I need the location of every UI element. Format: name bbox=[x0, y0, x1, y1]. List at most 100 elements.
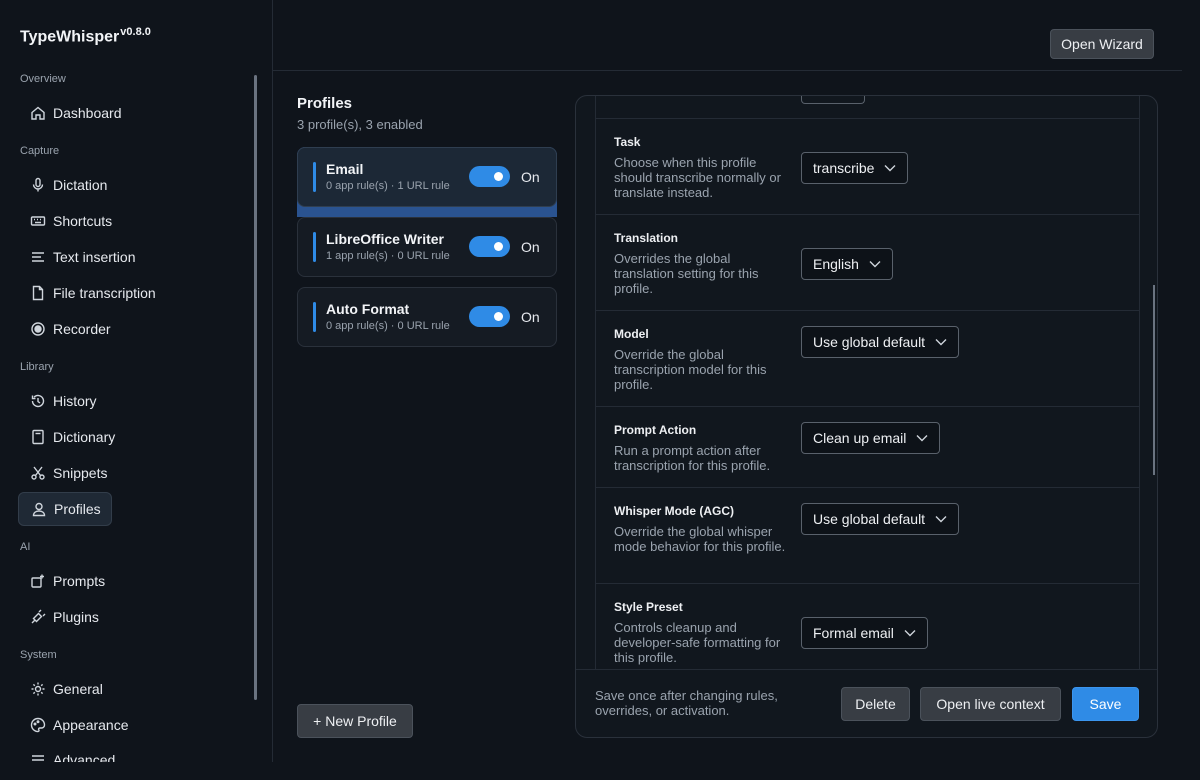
chevron-down-icon bbox=[904, 630, 916, 637]
profile-accent-bar bbox=[313, 162, 316, 192]
profile-state: On bbox=[521, 239, 540, 255]
save-hint-text: Save once after changing rules, override… bbox=[595, 688, 778, 718]
settings-rows: Task Choose when this profile should tra… bbox=[595, 96, 1140, 669]
open-live-context-button[interactable]: Open live context bbox=[920, 687, 1061, 721]
profile-toggle[interactable] bbox=[469, 166, 510, 187]
setting-label: Translation bbox=[614, 231, 679, 245]
setting-description: Override the global whisper mode behavio… bbox=[614, 524, 786, 554]
setting-row-task: Task Choose when this profile should tra… bbox=[596, 118, 1139, 214]
profile-accent-bar bbox=[313, 302, 316, 332]
new-profile-button[interactable]: + New Profile bbox=[297, 704, 413, 738]
book-icon bbox=[30, 429, 46, 445]
profile-meta: 0 app rule(s) · 1 URL rule bbox=[326, 180, 450, 192]
sidebar-item-profiles[interactable]: Profiles bbox=[18, 492, 112, 526]
scissors-icon bbox=[30, 465, 46, 481]
profile-state: On bbox=[521, 169, 540, 185]
profile-state: On bbox=[521, 309, 540, 325]
sidebar-item-snippets[interactable]: Snippets bbox=[18, 456, 252, 490]
setting-description: Choose when this profile should transcri… bbox=[614, 155, 781, 200]
app-title: TypeWhisperv0.8.0 bbox=[20, 26, 151, 46]
section-ai: AI bbox=[20, 541, 31, 553]
chevron-down-icon bbox=[935, 339, 947, 346]
profile-accent-bar bbox=[313, 232, 316, 262]
profile-settings-panel: Task Choose when this profile should tra… bbox=[575, 95, 1158, 738]
whisper-mode-select[interactable]: Use global default bbox=[801, 503, 960, 535]
file-icon bbox=[30, 285, 46, 301]
setting-label: Prompt Action bbox=[614, 423, 697, 437]
gear-icon bbox=[30, 681, 46, 697]
profile-name: Auto Format bbox=[326, 301, 410, 317]
chevron-down-icon bbox=[916, 435, 928, 442]
palette-icon bbox=[30, 717, 46, 733]
app-version: v0.8.0 bbox=[120, 26, 151, 38]
profile-toggle[interactable] bbox=[469, 236, 510, 257]
profile-name: LibreOffice Writer bbox=[326, 231, 444, 247]
setting-label: Style Preset bbox=[614, 600, 683, 614]
topbar-divider bbox=[273, 70, 1182, 71]
profiles-title: Profiles bbox=[297, 95, 353, 112]
section-overview: Overview bbox=[20, 73, 66, 85]
profile-card-email[interactable]: Email 0 app rule(s) · 1 URL rule On bbox=[297, 147, 557, 207]
sidebar-item-text-insertion[interactable]: Text insertion bbox=[18, 240, 252, 274]
profile-name: Email bbox=[326, 161, 364, 177]
setting-description: Override the global transcription model … bbox=[614, 347, 767, 392]
delete-button[interactable]: Delete bbox=[841, 687, 910, 721]
keyboard-icon bbox=[30, 213, 46, 229]
sidebar-item-file-transcription[interactable]: File transcription bbox=[18, 276, 252, 310]
setting-label: Task bbox=[614, 135, 641, 149]
microphone-icon bbox=[30, 177, 46, 193]
section-library: Library bbox=[20, 361, 54, 373]
chevron-down-icon bbox=[935, 516, 947, 523]
task-select[interactable]: transcribe bbox=[801, 152, 909, 184]
profile-card-auto-format[interactable]: Auto Format 0 app rule(s) · 0 URL rule O… bbox=[297, 287, 557, 347]
profile-meta: 0 app rule(s) · 0 URL rule bbox=[326, 320, 450, 332]
sparkle-icon bbox=[30, 573, 46, 589]
setting-label: Whisper Mode (AGC) bbox=[614, 504, 734, 518]
profile-card-libreoffice-writer[interactable]: LibreOffice Writer 1 app rule(s) · 0 URL… bbox=[297, 217, 557, 277]
user-icon bbox=[31, 501, 47, 517]
sidebar-item-prompts[interactable]: Prompts bbox=[18, 564, 252, 598]
panel-footer-divider bbox=[576, 669, 1157, 670]
section-capture: Capture bbox=[20, 145, 60, 157]
sliders-icon bbox=[30, 752, 46, 762]
setting-row-prompt-action: Prompt Action Run a prompt action after … bbox=[596, 406, 1139, 487]
translation-select[interactable]: English bbox=[801, 248, 893, 280]
sidebar-item-shortcuts[interactable]: Shortcuts bbox=[18, 204, 252, 238]
sidebar-item-dictionary[interactable]: Dictionary bbox=[18, 420, 252, 454]
chevron-down-icon bbox=[884, 165, 896, 172]
setting-description: Overrides the global translation setting… bbox=[614, 251, 759, 296]
profile-meta: 1 app rule(s) · 0 URL rule bbox=[326, 250, 450, 262]
sidebar-item-dictation[interactable]: Dictation bbox=[18, 168, 252, 202]
sidebar-item-general[interactable]: General bbox=[18, 672, 252, 706]
setting-description: Run a prompt action after transcription … bbox=[614, 443, 771, 473]
prompt-action-select[interactable]: Clean up email bbox=[801, 422, 941, 454]
history-icon bbox=[30, 393, 46, 409]
sidebar-item-advanced[interactable]: Advanced bbox=[18, 743, 252, 762]
plug-icon bbox=[30, 609, 46, 625]
sidebar-scrollbar[interactable] bbox=[254, 75, 257, 700]
previous-field-edge bbox=[801, 96, 865, 104]
save-button[interactable]: Save bbox=[1072, 687, 1139, 721]
setting-description: Controls cleanup and developer-safe form… bbox=[614, 620, 781, 665]
section-system: System bbox=[20, 649, 57, 661]
setting-row-translation: Translation Overrides the global transla… bbox=[596, 214, 1139, 310]
record-icon bbox=[30, 321, 46, 337]
sidebar-item-recorder[interactable]: Recorder bbox=[18, 312, 252, 346]
setting-row-style-preset: Style Preset Controls cleanup and develo… bbox=[596, 583, 1139, 669]
panel-scrollbar[interactable] bbox=[1153, 285, 1155, 475]
setting-row-whisper-mode: Whisper Mode (AGC) Override the global w… bbox=[596, 487, 1139, 583]
model-select[interactable]: Use global default bbox=[801, 326, 960, 358]
sidebar-item-appearance[interactable]: Appearance bbox=[18, 708, 252, 742]
setting-row-model: Model Override the global transcription … bbox=[596, 310, 1139, 406]
profiles-summary: 3 profile(s), 3 enabled bbox=[297, 117, 423, 132]
sidebar-item-plugins[interactable]: Plugins bbox=[18, 600, 252, 634]
setting-label: Model bbox=[614, 327, 649, 341]
sidebar-item-history[interactable]: History bbox=[18, 384, 252, 418]
text-lines-icon bbox=[30, 249, 46, 265]
open-wizard-button[interactable]: Open Wizard bbox=[1050, 29, 1154, 59]
style-preset-select[interactable]: Formal email bbox=[801, 617, 928, 649]
home-icon bbox=[30, 105, 46, 121]
profile-toggle[interactable] bbox=[469, 306, 510, 327]
sidebar-item-dashboard[interactable]: Dashboard bbox=[18, 96, 252, 130]
chevron-down-icon bbox=[869, 261, 881, 268]
